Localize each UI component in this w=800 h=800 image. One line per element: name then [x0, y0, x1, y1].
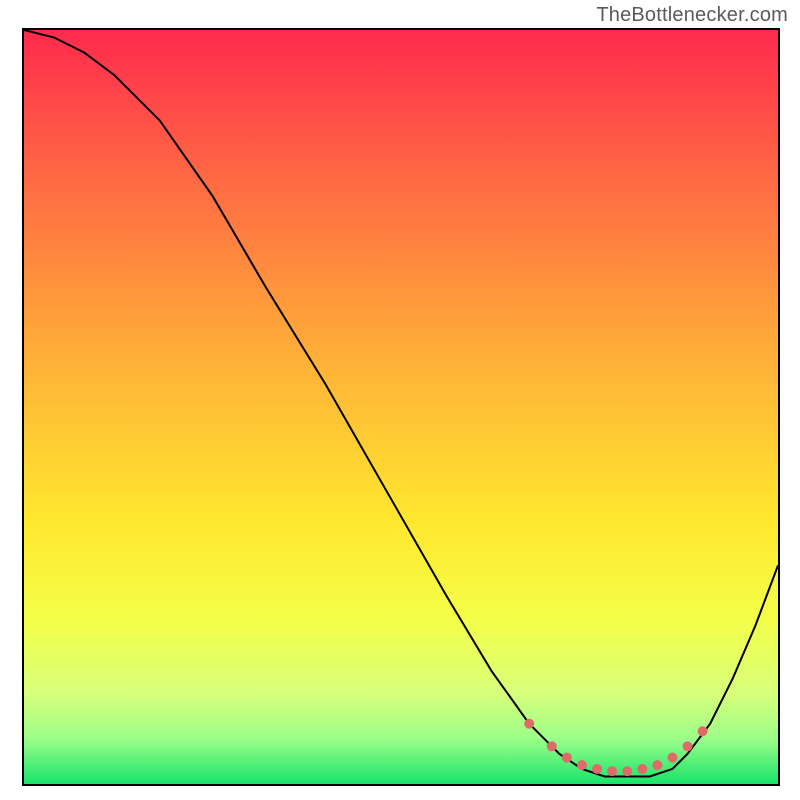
highlight-dot — [577, 760, 587, 770]
highlight-dot — [637, 764, 647, 774]
chart-container — [22, 28, 780, 786]
chart-svg — [24, 30, 778, 784]
highlight-dot — [547, 741, 557, 751]
highlight-dot — [622, 766, 632, 776]
highlight-dot — [683, 741, 693, 751]
highlight-dot — [562, 753, 572, 763]
highlight-dot — [652, 760, 662, 770]
watermark-text: TheBottlenecker.com — [596, 4, 788, 27]
highlight-dot — [667, 753, 677, 763]
chart-background — [24, 30, 778, 784]
highlight-dot — [607, 766, 617, 776]
highlight-dot — [524, 719, 534, 729]
highlight-dot — [592, 764, 602, 774]
highlight-dot — [698, 726, 708, 736]
